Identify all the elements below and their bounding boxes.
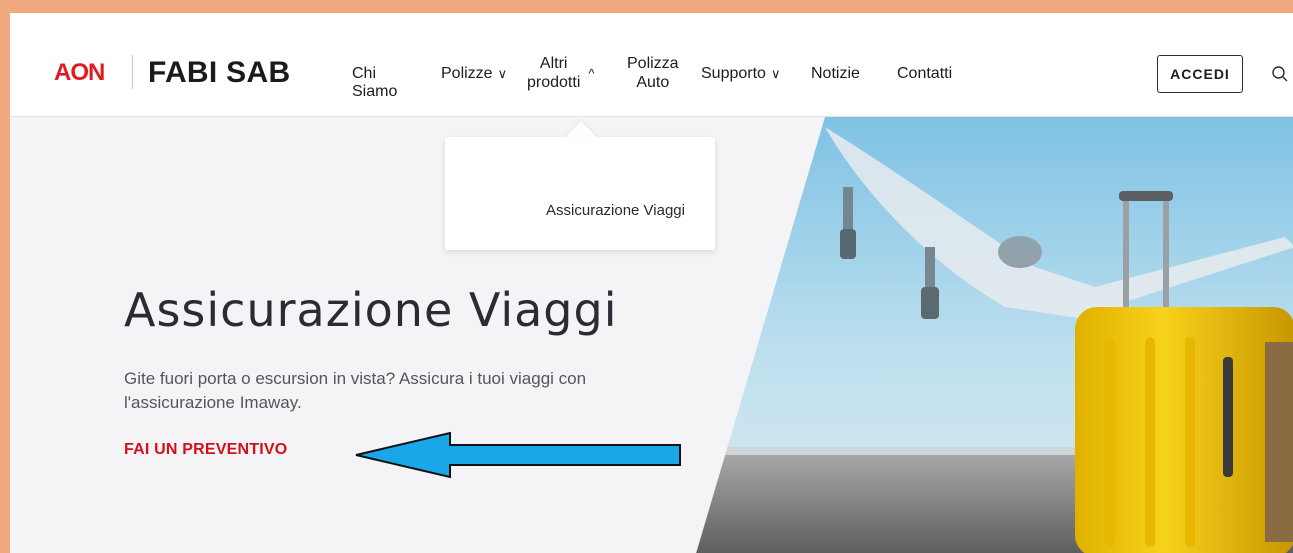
- nav-contatti[interactable]: Contatti: [897, 65, 952, 83]
- nav-chi-siamo-label: Chi Siamo: [352, 65, 398, 100]
- nav-polizza-auto[interactable]: Polizza Auto: [627, 54, 679, 92]
- nav-polizza-line2: Auto: [636, 74, 670, 91]
- accedi-button[interactable]: ACCEDI: [1157, 55, 1243, 93]
- preventivo-link[interactable]: FAI UN PREVENTIVO: [124, 441, 287, 459]
- nav-contatti-label: Contatti: [897, 65, 953, 82]
- chevron-up-icon: ^: [588, 65, 595, 81]
- aon-logo[interactable]: AON: [54, 59, 105, 87]
- nav-polizza-line1: Polizza: [627, 55, 679, 72]
- hero-travel-image: [695, 117, 1293, 553]
- nav-polizze-label: Polizze: [441, 65, 493, 82]
- nav-altri-prodotti-label: Altri prodotti: [527, 54, 580, 92]
- nav-altri-line1: Altri: [539, 55, 568, 72]
- page-frame: AON FABI SAB Chi Siamo Polizze ∨ Altri p…: [10, 13, 1293, 553]
- nav-supporto-label: Supporto: [701, 65, 766, 82]
- dropdown-item-assicurazione-viaggi[interactable]: Assicurazione Viaggi: [445, 202, 715, 219]
- fabi-sab-logo[interactable]: FABI SAB: [148, 56, 290, 90]
- logo-divider: [132, 55, 133, 89]
- hero-subtitle: Gite fuori porta o escursion in vista? A…: [124, 369, 587, 412]
- nav-notizie-label: Notizie: [811, 65, 860, 82]
- search-icon[interactable]: [1271, 65, 1289, 83]
- chevron-down-icon: ∨: [770, 66, 781, 81]
- hero-title: Assicurazione Viaggi: [124, 283, 618, 337]
- annotation-arrow-icon: [355, 431, 681, 479]
- dropdown-caret: [564, 121, 598, 138]
- altri-prodotti-dropdown: Assicurazione Viaggi: [445, 137, 715, 250]
- nav-chi-siamo[interactable]: Chi Siamo: [352, 65, 397, 101]
- nav-notizie[interactable]: Notizie: [811, 65, 860, 83]
- chevron-down-icon: ∨: [497, 66, 508, 81]
- nav-altri-prodotti[interactable]: Altri prodotti ^: [527, 54, 594, 92]
- nav-polizze[interactable]: Polizze ∨: [441, 65, 507, 83]
- site-header: AON FABI SAB Chi Siamo Polizze ∨ Altri p…: [10, 13, 1293, 117]
- nav-polizza-auto-label: Polizza Auto: [627, 54, 679, 92]
- nav-supporto[interactable]: Supporto ∨: [701, 65, 780, 83]
- nav-altri-line2: prodotti: [527, 74, 581, 91]
